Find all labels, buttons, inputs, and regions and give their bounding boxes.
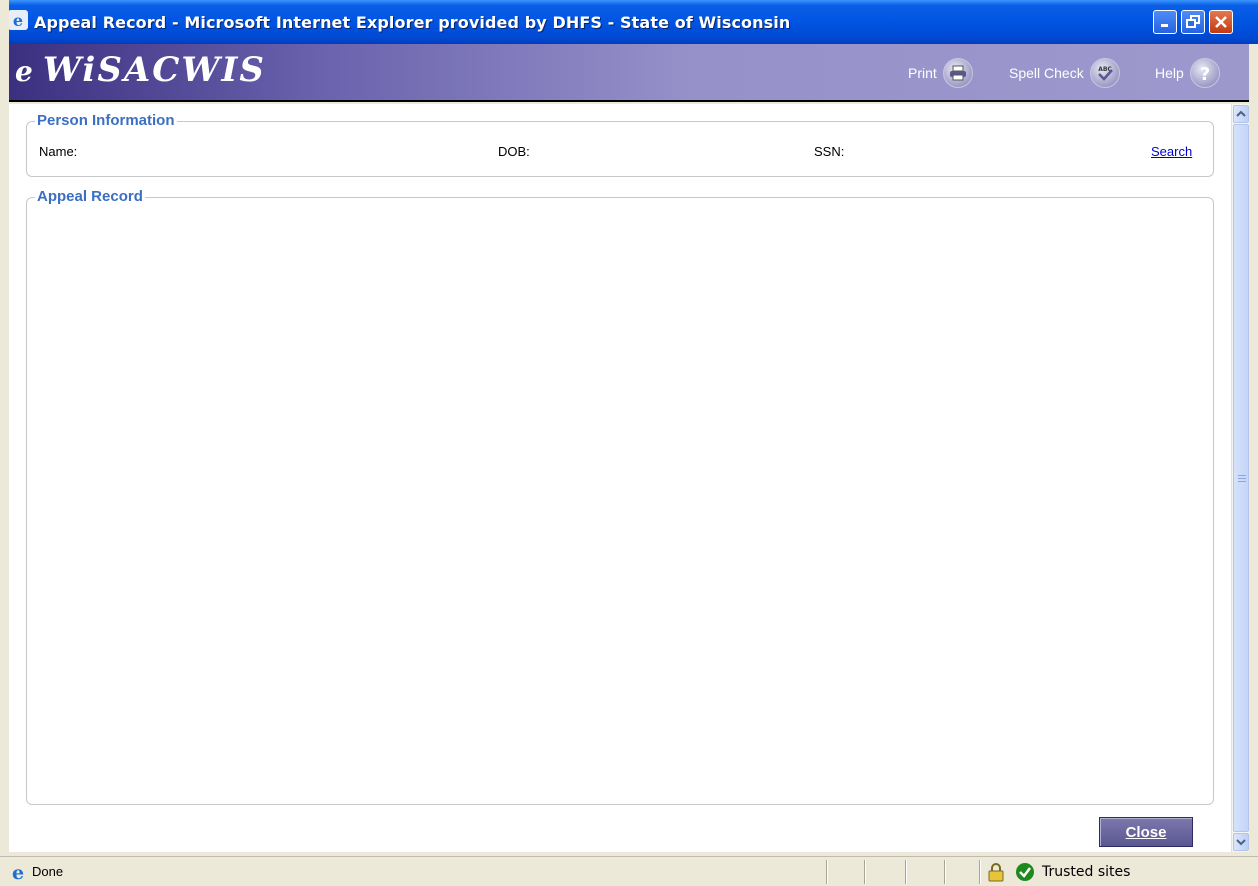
status-divider	[979, 860, 980, 884]
spell-check-button[interactable]: Spell Check ABC	[1009, 58, 1120, 88]
restore-button[interactable]	[1181, 10, 1205, 34]
help-icon: ?	[1189, 58, 1220, 88]
restore-icon	[1186, 15, 1200, 28]
chevron-up-icon	[1236, 110, 1246, 117]
close-button-label: Close	[1125, 823, 1167, 841]
status-text: Done	[32, 864, 64, 879]
close-window-button[interactable]	[1209, 10, 1233, 34]
svg-text:?: ?	[1200, 64, 1210, 83]
spell-check-icon: ABC	[1089, 58, 1120, 88]
grip-line	[1238, 478, 1246, 479]
status-divider	[944, 860, 945, 884]
print-button[interactable]: Print	[908, 58, 973, 88]
status-divider	[826, 860, 827, 884]
chevron-down-icon	[1236, 839, 1246, 846]
svg-text:e: e	[12, 862, 24, 882]
search-link[interactable]: Search	[1151, 144, 1192, 159]
close-button[interactable]: Close	[1099, 817, 1193, 847]
minimize-button[interactable]	[1153, 10, 1177, 34]
status-bar: e Done Trusted sites	[0, 856, 1258, 886]
internet-explorer-icon: e	[12, 862, 24, 882]
grip-line	[1238, 481, 1246, 482]
help-button[interactable]: Help ?	[1155, 58, 1220, 88]
grip-line	[1238, 475, 1246, 476]
status-divider	[905, 860, 906, 884]
ssn-label: SSN:	[814, 144, 845, 159]
person-information-legend: Person Information	[35, 112, 177, 129]
help-label: Help	[1155, 65, 1184, 81]
name-label: Name:	[39, 144, 78, 159]
svg-text:e: e	[13, 11, 23, 30]
status-divider	[864, 860, 865, 884]
scrollbar-thumb[interactable]	[1233, 124, 1249, 832]
scroll-down-button[interactable]	[1233, 833, 1249, 851]
trusted-sites-icon	[1016, 863, 1034, 881]
printer-icon	[942, 58, 973, 88]
vertical-scrollbar[interactable]	[1231, 104, 1249, 852]
dob-label: DOB:	[498, 144, 530, 159]
close-icon	[1215, 16, 1227, 28]
brand-name: WiSACWIS	[42, 50, 266, 90]
lock-icon	[988, 863, 1004, 882]
app-banner: e WiSACWIS Print Spell Check ABC Help ?	[9, 44, 1249, 102]
person-information-group: Person Information Name: DOB: SSN: Searc…	[26, 112, 1214, 177]
security-zone-text: Trusted sites	[1042, 864, 1131, 880]
appeal-record-group: Appeal Record	[26, 188, 1214, 805]
window-left-border	[0, 0, 9, 886]
appeal-record-legend: Appeal Record	[35, 188, 145, 205]
window-title-bar[interactable]: e Appeal Record - Microsoft Internet Exp…	[0, 0, 1258, 44]
scroll-up-button[interactable]	[1233, 105, 1249, 123]
print-label: Print	[908, 65, 937, 81]
content-area: Person Information Name: DOB: SSN: Searc…	[9, 104, 1231, 852]
minimize-icon	[1161, 24, 1168, 27]
brand-prefix: e	[15, 55, 35, 88]
app-logo: e WiSACWIS	[15, 50, 266, 90]
spell-check-label: Spell Check	[1009, 65, 1084, 81]
internet-explorer-icon: e	[8, 10, 28, 30]
window-title: Appeal Record - Microsoft Internet Explo…	[34, 12, 791, 32]
